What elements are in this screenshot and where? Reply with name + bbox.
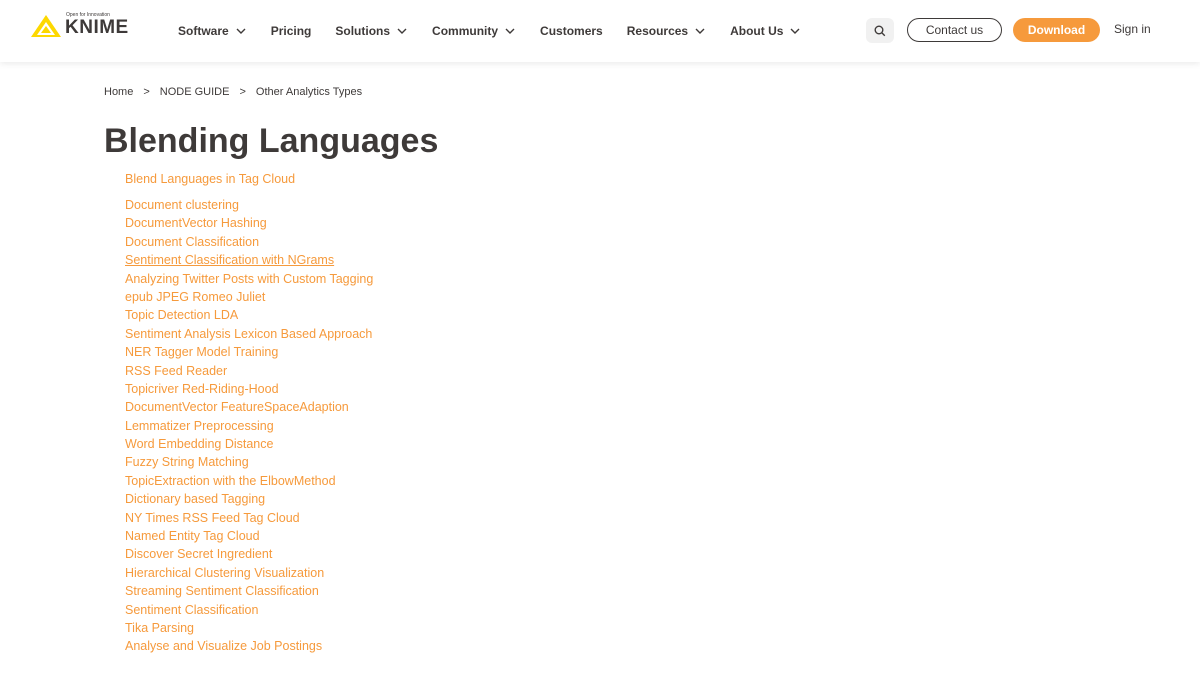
list-item: Topic Detection LDA [125,308,373,326]
list-item: Hierarchical Clustering Visualization [125,566,373,584]
list-item: Topicriver Red-Riding-Hood [125,382,373,400]
list-item: Sentiment Classification [125,603,373,621]
list-item: Fuzzy String Matching [125,455,373,473]
knime-logo[interactable]: Open for Innovation KNIME [30,12,142,42]
nav-label: About Us [730,24,784,38]
workflow-link[interactable]: Topicriver Red-Riding-Hood [125,382,279,396]
workflow-link[interactable]: Document Classification [125,235,259,249]
sign-in-link[interactable]: Sign in [1114,22,1151,36]
workflow-link[interactable]: Discover Secret Ingredient [125,547,272,561]
breadcrumb-separator: > [239,86,246,98]
workflow-link[interactable]: Word Embedding Distance [125,437,273,451]
nav-item-community[interactable]: Community [432,24,516,38]
list-item: Discover Secret Ingredient [125,547,373,565]
nav-label: Resources [626,24,689,38]
breadcrumb-node-guide[interactable]: NODE GUIDE [160,86,230,98]
workflow-link[interactable]: Topic Detection LDA [125,308,238,322]
workflow-link[interactable]: NER Tagger Model Training [125,345,278,359]
workflow-link[interactable]: Tika Parsing [125,621,194,635]
breadcrumb-separator: > [143,86,150,98]
nav-item-resources[interactable]: Resources [627,24,706,38]
workflow-link[interactable]: Sentiment Classification [125,603,258,617]
workflow-link[interactable]: TopicExtraction with the ElbowMethod [125,474,336,488]
list-item: Named Entity Tag Cloud [125,529,373,547]
workflow-link[interactable]: Fuzzy String Matching [125,455,249,469]
workflow-link[interactable]: Lemmatizer Preprocessing [125,419,274,433]
workflow-link[interactable]: Streaming Sentiment Classification [125,584,319,598]
link-blend-languages-tag-cloud[interactable]: Blend Languages in Tag Cloud [125,172,295,186]
list-item: Document Classification [125,235,373,253]
list-item: Word Embedding Distance [125,437,373,455]
list-item: Lemmatizer Preprocessing [125,419,373,437]
search-button[interactable] [866,18,894,43]
workflow-link[interactable]: Hierarchical Clustering Visualization [125,566,324,580]
site-header: Open for Innovation KNIME Software Prici… [0,0,1200,62]
download-button[interactable]: Download [1013,18,1100,42]
nav-item-pricing[interactable]: Pricing [271,24,312,38]
search-icon [874,25,886,36]
chevron-down-icon [695,28,705,34]
list-item: DocumentVector Hashing [125,216,373,234]
list-item: NER Tagger Model Training [125,345,373,363]
workflow-link[interactable]: epub JPEG Romeo Juliet [125,290,265,304]
workflow-link[interactable]: NY Times RSS Feed Tag Cloud [125,511,300,525]
list-item: Analyse and Visualize Job Postings [125,639,373,657]
workflow-link[interactable]: Analyse and Visualize Job Postings [125,639,322,653]
workflow-link[interactable]: Sentiment Analysis Lexicon Based Approac… [125,327,372,341]
knime-triangle-icon [31,15,61,37]
nav-item-software[interactable]: Software [178,24,247,38]
workflow-link[interactable]: Document clustering [125,198,239,212]
nav-item-solutions[interactable]: Solutions [335,24,408,38]
list-item: Sentiment Classification with NGrams [125,253,373,271]
list-item: RSS Feed Reader [125,364,373,382]
workflow-link[interactable]: Dictionary based Tagging [125,492,265,506]
nav-label: Customers [540,24,603,38]
nav-label: Software [178,24,229,38]
workflow-link[interactable]: DocumentVector Hashing [125,216,267,230]
list-item: Document clustering [125,198,373,216]
nav-label: Solutions [335,24,391,38]
list-item: Streaming Sentiment Classification [125,584,373,602]
list-item: epub JPEG Romeo Juliet [125,290,373,308]
nav-item-about-us[interactable]: About Us [730,24,801,38]
contact-us-button[interactable]: Contact us [907,18,1002,42]
breadcrumb-home[interactable]: Home [104,86,133,98]
workflow-link[interactable]: Named Entity Tag Cloud [125,529,260,543]
breadcrumb-other-analytics-types[interactable]: Other Analytics Types [256,86,362,98]
list-item: NY Times RSS Feed Tag Cloud [125,511,373,529]
chevron-down-icon [505,28,515,34]
list-item: Sentiment Analysis Lexicon Based Approac… [125,327,373,345]
chevron-down-icon [397,28,407,34]
nav-label: Pricing [270,24,312,38]
chevron-down-icon [236,28,246,34]
nav-label: Community [432,24,499,38]
list-item: Analyzing Twitter Posts with Custom Tagg… [125,272,373,290]
workflow-link[interactable]: Analyzing Twitter Posts with Custom Tagg… [125,272,373,286]
breadcrumb: Home > NODE GUIDE > Other Analytics Type… [104,86,362,98]
workflow-link[interactable]: DocumentVector FeatureSpaceAdaption [125,400,349,414]
chevron-down-icon [790,28,800,34]
list-item: Dictionary based Tagging [125,492,373,510]
list-item: TopicExtraction with the ElbowMethod [125,474,373,492]
workflow-link-list: Document clustering DocumentVector Hashin… [125,198,373,658]
main-nav: Software Pricing Solutions Community Cus… [178,0,825,62]
logo-wordmark: KNIME [65,17,129,38]
workflow-link[interactable]: RSS Feed Reader [125,364,227,378]
nav-item-customers[interactable]: Customers [540,24,603,38]
page-title: Blending Languages [104,122,439,160]
list-item: DocumentVector FeatureSpaceAdaption [125,400,373,418]
workflow-link[interactable]: Sentiment Classification with NGrams [125,253,334,267]
list-item: Tika Parsing [125,621,373,639]
